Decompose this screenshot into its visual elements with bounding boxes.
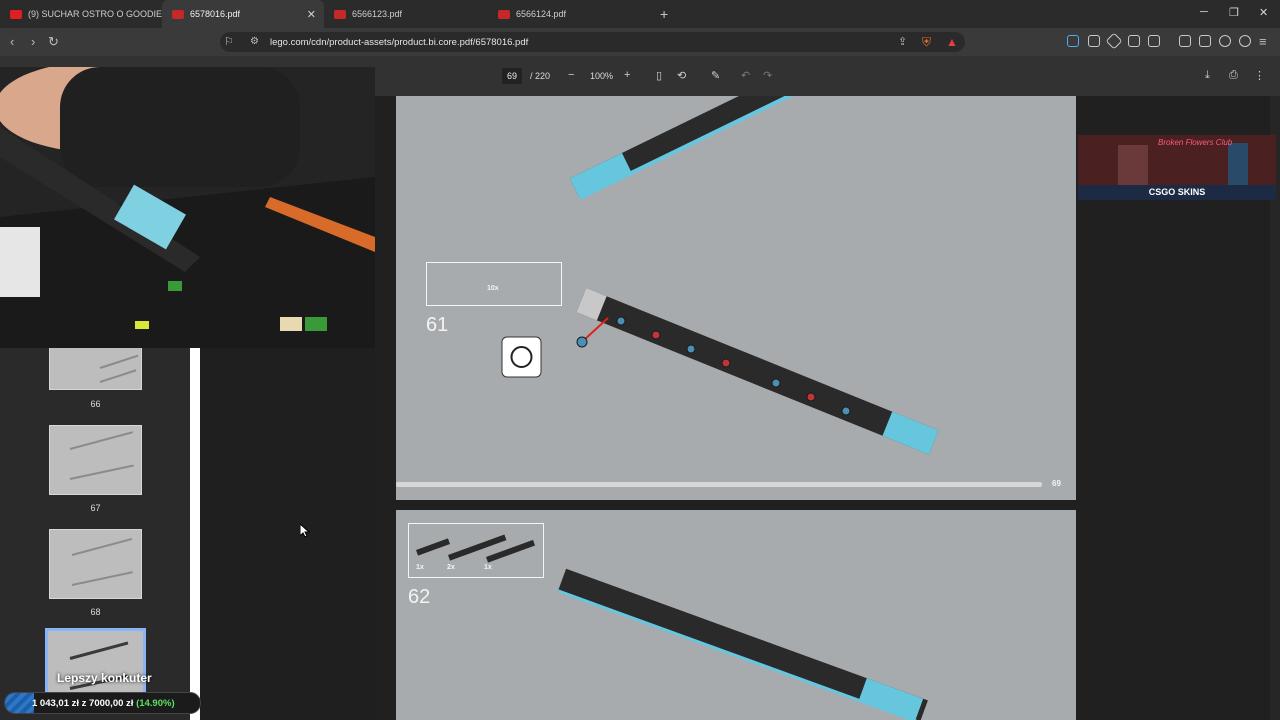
- vpn-icon[interactable]: [1239, 35, 1251, 47]
- page-thumbnail[interactable]: [49, 425, 142, 495]
- undo-icon[interactable]: ↶: [741, 69, 750, 82]
- puzzle-icon[interactable]: [1128, 35, 1140, 47]
- tab-pdf-2[interactable]: 6566123.pdf: [324, 0, 488, 28]
- donation-progress-fill: [5, 693, 35, 713]
- part-count: 1x: [416, 564, 424, 571]
- thumbnail-label: 67: [90, 503, 101, 513]
- extension-icon[interactable]: [1067, 35, 1079, 47]
- ad-banner[interactable]: Broken Flowers Club CSGO SKINS: [1078, 135, 1276, 200]
- tab-youtube[interactable]: (9) SUCHAR OSTRO O GOODIES! OD: [0, 0, 162, 28]
- donation-raised: 1 043,01 zł: [32, 698, 80, 709]
- ad-brand: CSGO SKINS: [1078, 185, 1276, 200]
- forward-icon[interactable]: ›: [31, 34, 35, 50]
- minimize-icon[interactable]: ─: [1200, 6, 1208, 18]
- lego-icon: [334, 9, 346, 19]
- page-thumbnail[interactable]: [49, 529, 142, 599]
- sidebar-scroll-track[interactable]: [190, 346, 200, 720]
- zoom-out-icon[interactable]: −: [568, 69, 574, 81]
- wallet-icon[interactable]: [1199, 35, 1211, 47]
- brave-shield-icon[interactable]: ⛨: [922, 34, 931, 50]
- pdf-page: 10x 61 69: [396, 96, 1076, 500]
- donation-progress-text: 1 043,01 zł z 7000,00 zł (14.90%): [32, 698, 175, 709]
- annotate-icon[interactable]: ✎: [711, 69, 720, 82]
- parts-callout: 10x: [426, 262, 562, 306]
- donation-percent: (14.90%): [136, 698, 175, 709]
- webcam-overlay: [0, 67, 375, 348]
- donation-goal: 7000,00 zł: [89, 698, 134, 709]
- part-count: 10x: [487, 285, 499, 292]
- leo-icon[interactable]: [1219, 35, 1231, 47]
- pdf-page: 1x 2x 1x 62: [396, 510, 1076, 720]
- reload-icon[interactable]: ↻: [48, 34, 59, 50]
- zoom-level[interactable]: 100%: [590, 71, 613, 81]
- redo-icon[interactable]: ↷: [763, 69, 772, 82]
- tab-title: 6578016.pdf: [190, 9, 241, 19]
- back-icon[interactable]: ‹: [10, 34, 14, 50]
- download-icon[interactable]: ⤓: [1205, 69, 1210, 82]
- menu-icon[interactable]: ≡: [1259, 34, 1267, 50]
- share-icon[interactable]: ⇪: [898, 34, 907, 50]
- new-tab-button[interactable]: +: [660, 6, 668, 22]
- extension-icon[interactable]: [1148, 35, 1160, 47]
- part-count: 1x: [484, 564, 492, 571]
- tab-pdf-3[interactable]: 6566124.pdf: [488, 0, 652, 28]
- page-number-input[interactable]: 69: [502, 68, 522, 84]
- tab-title: 6566123.pdf: [352, 9, 403, 19]
- tab-active-pdf[interactable]: 6578016.pdf ✕: [162, 0, 324, 28]
- page-total: / 220: [530, 71, 551, 81]
- tab-strip: (9) SUCHAR OSTRO O GOODIES! OD 6578016.p…: [0, 0, 1280, 28]
- rotate-icon[interactable]: ⟲: [677, 69, 686, 82]
- mouse-cursor-icon: [300, 524, 310, 538]
- step-number: 61: [426, 314, 449, 336]
- step-number: 62: [408, 586, 431, 608]
- lego-icon: [172, 9, 184, 19]
- parts-callout: 1x 2x 1x: [408, 523, 544, 578]
- bookmark-icon[interactable]: ⚐: [224, 34, 234, 50]
- fit-page-icon[interactable]: ▯: [656, 69, 662, 82]
- zoom-in-icon[interactable]: +: [624, 69, 630, 81]
- more-options-icon[interactable]: ⋮: [1254, 69, 1265, 82]
- tab-title: (9) SUCHAR OSTRO O GOODIES! OD: [28, 9, 162, 19]
- youtube-icon: [10, 9, 22, 19]
- site-info-icon[interactable]: ⚙: [250, 34, 259, 50]
- close-window-icon[interactable]: ✕: [1259, 6, 1268, 19]
- thumbnail-label: 68: [90, 607, 101, 617]
- page-number: 69: [1052, 479, 1061, 488]
- restore-icon[interactable]: ❐: [1229, 6, 1239, 19]
- lego-icon: [498, 9, 510, 19]
- extension-icon[interactable]: [1105, 32, 1123, 50]
- tab-title: 6566124.pdf: [516, 9, 567, 19]
- thumbnail-label: 66: [90, 399, 101, 409]
- address-toolbar: ‹ › ↻ ⚐ ⚙ ⇪ ⛨ ▲ ≡: [0, 28, 1280, 56]
- rewards-icon[interactable]: ▲: [946, 34, 958, 50]
- ad-sign: Broken Flowers Club: [1158, 138, 1233, 147]
- url-text[interactable]: lego.com/cdn/product-assets/product.bi.c…: [270, 37, 528, 48]
- extension-icon[interactable]: [1088, 35, 1100, 47]
- donation-goal-title: Lepszy konkuter: [57, 671, 152, 685]
- print-icon[interactable]: ⎙: [1229, 69, 1238, 82]
- sidebar-icon[interactable]: [1179, 35, 1191, 47]
- part-count: 2x: [447, 564, 455, 571]
- donation-separator: z: [81, 698, 87, 709]
- close-tab-icon[interactable]: ✕: [307, 8, 316, 21]
